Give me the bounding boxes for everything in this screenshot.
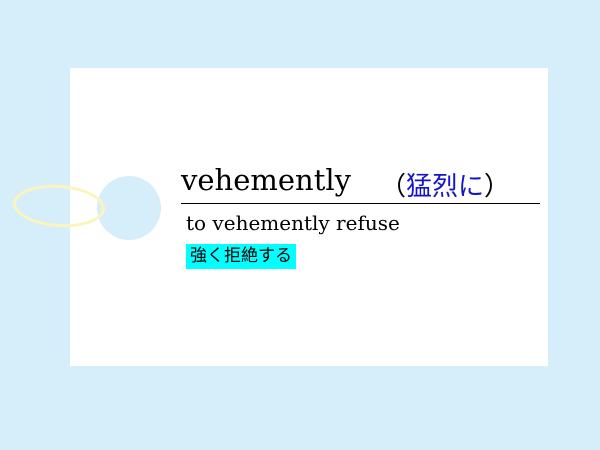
meaning-close-paren: ） [484,172,511,202]
meaning-text: 猛烈に [406,172,485,202]
card-hole [97,176,161,240]
example-phrase: to vehemently refuse [186,211,400,235]
headword: vehemently [181,163,352,197]
headword-row: vehemently （猛烈に） [181,160,540,204]
japanese-meaning: （猛烈に） [380,166,510,203]
example-translation: 強く拒絶する [186,244,296,269]
meaning-open-paren: （ [380,172,407,202]
